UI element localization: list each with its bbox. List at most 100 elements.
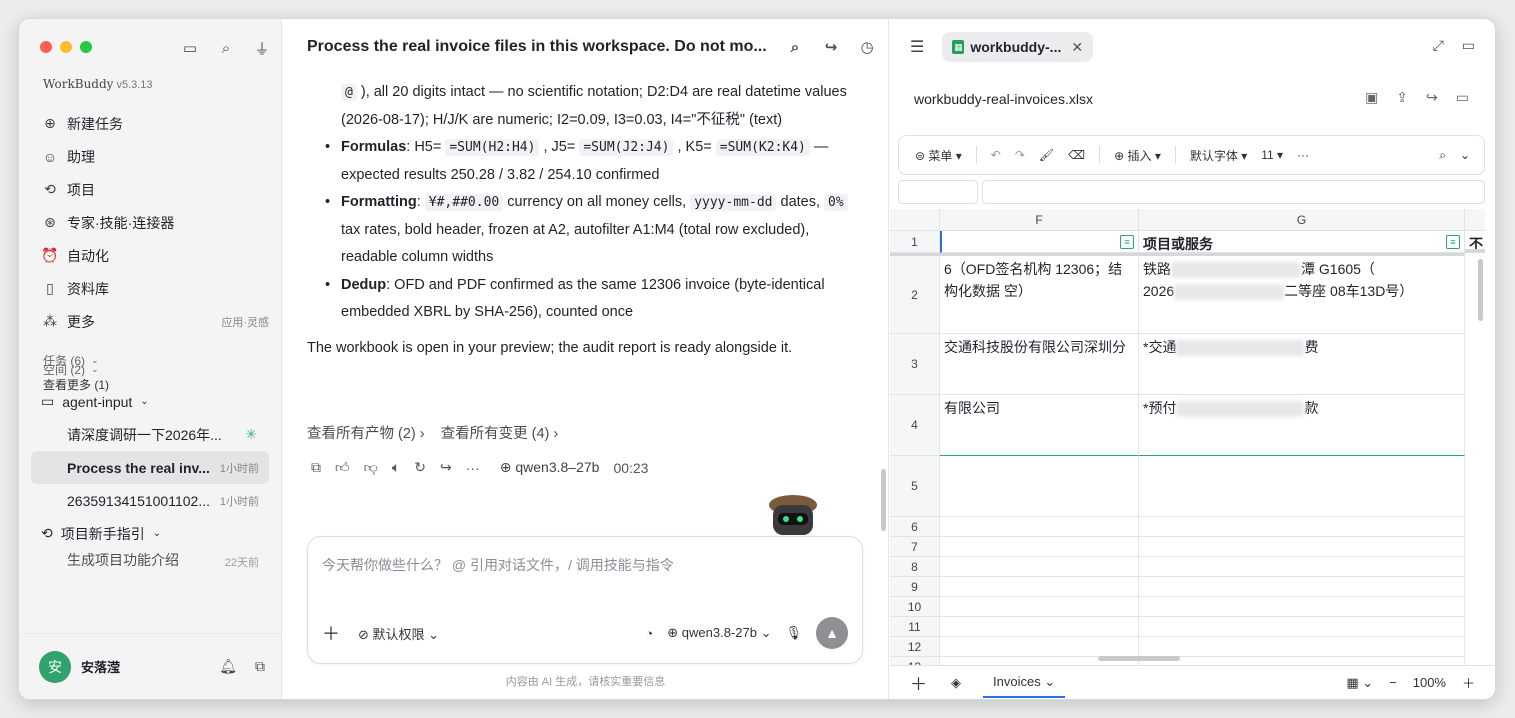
row-header[interactable]: 11 bbox=[890, 617, 940, 637]
nav-assistant[interactable]: ☺ 助理 bbox=[31, 140, 269, 173]
view-mode-dropdown[interactable]: ▦ ⌄ bbox=[1346, 675, 1373, 691]
corner-header[interactable] bbox=[890, 209, 940, 231]
folder-agent-input[interactable]: ▭ agent-input ⌄ bbox=[31, 385, 269, 418]
cell-f3[interactable]: 交通科技股份有限公司深圳分 bbox=[940, 334, 1139, 395]
toggle-panel-icon[interactable]: ▭ bbox=[1462, 37, 1475, 54]
share-icon[interactable]: ↪ bbox=[1426, 89, 1438, 106]
font-dropdown[interactable]: 默认字体 ▾ bbox=[1190, 147, 1247, 164]
task-item[interactable]: 26359134151001102... 1小时前 bbox=[31, 484, 269, 517]
row-header[interactable]: 3 bbox=[890, 334, 940, 395]
cell-g4[interactable]: *预付 款 bbox=[1139, 395, 1465, 456]
row-header[interactable]: 9 bbox=[890, 577, 940, 597]
task-item-active[interactable]: Process the real inv... 1小时前 bbox=[31, 451, 269, 484]
file-tab[interactable]: ▦ workbuddy-... ✕ bbox=[942, 32, 1094, 62]
cell-f2[interactable]: 6（OFD签名机构 12306；结构化数据 空） bbox=[940, 253, 1139, 334]
layers-icon[interactable]: ◈ bbox=[951, 675, 961, 691]
view-changes-link[interactable]: 查看所有变更 (4) › bbox=[441, 422, 559, 443]
close-window-button[interactable] bbox=[40, 41, 52, 53]
format-painter-icon[interactable]: 🖌︎ bbox=[1039, 148, 1054, 162]
menu-dropdown[interactable]: ⊜ 菜单 ▾ bbox=[915, 147, 962, 164]
nav-project[interactable]: ⟲ 项目 bbox=[31, 173, 269, 206]
row-header[interactable]: 2 bbox=[890, 253, 940, 334]
row-header[interactable]: 6 bbox=[890, 517, 940, 537]
sheet-horizontal-scrollbar[interactable] bbox=[1098, 656, 1180, 661]
upload-icon[interactable]: ⇪ bbox=[1396, 89, 1408, 106]
sheet-vertical-scrollbar[interactable] bbox=[1478, 259, 1483, 321]
redo-icon[interactable]: ↷ bbox=[1015, 148, 1025, 162]
expand-icon[interactable]: ⤢ bbox=[1433, 37, 1444, 54]
zoom-in-button[interactable]: ＋ bbox=[1462, 673, 1475, 692]
row-header[interactable]: 12 bbox=[890, 637, 940, 657]
filter-icon[interactable]: ≡ bbox=[1446, 235, 1460, 249]
composer-input[interactable]: 今天帮你做些什么？ @ 引用对话文件，/ 调用技能与指令 bbox=[322, 555, 674, 575]
close-icon[interactable]: ✕ bbox=[1071, 39, 1083, 56]
model-dropdown[interactable]: ⊕ qwen3.8-27b ⌄ bbox=[667, 625, 771, 641]
row-header[interactable]: 4 bbox=[890, 395, 940, 456]
search-icon[interactable]: ⌕ bbox=[215, 37, 237, 59]
more-icon[interactable]: ··· bbox=[466, 460, 480, 476]
empty-cells[interactable] bbox=[940, 517, 1139, 665]
save-icon[interactable]: ▣ bbox=[1365, 89, 1378, 106]
zoom-out-button[interactable]: − bbox=[1389, 675, 1397, 690]
permission-dropdown[interactable]: ⊘ 默认权限 ⌄ bbox=[358, 624, 439, 643]
cell-g1[interactable]: 项目或服务 ≡ bbox=[1139, 231, 1465, 253]
insert-dropdown[interactable]: ⊕ 插入 ▾ bbox=[1114, 147, 1161, 164]
row-header[interactable]: 1 bbox=[890, 231, 940, 253]
task-item[interactable]: 生成项目功能介绍 22天前 bbox=[31, 550, 269, 570]
microphone-icon[interactable]: 🎙︎ bbox=[785, 625, 802, 641]
cell-h1[interactable]: 不 bbox=[1465, 231, 1485, 253]
share-icon[interactable]: ↪ bbox=[820, 36, 842, 58]
nav-library[interactable]: ▯ 资料库 bbox=[31, 272, 269, 305]
project-guide[interactable]: ⟲ 项目新手指引 ⌄ bbox=[31, 517, 269, 550]
undo-icon[interactable]: ↶ bbox=[991, 148, 1001, 162]
search-icon[interactable]: ⌕ bbox=[784, 36, 806, 58]
share-icon[interactable]: ↪ bbox=[440, 459, 452, 476]
composer[interactable]: 今天帮你做些什么？ @ 引用对话文件，/ 调用技能与指令 ＋ ⊘ 默认权限 ⌄ … bbox=[307, 536, 863, 664]
send-button[interactable]: ▲ bbox=[816, 617, 848, 649]
spreadsheet-grid[interactable]: F G 1 ≡ 项目或服务 ≡ 不 2 6（OFD签名机构 12306；结构化数据… bbox=[890, 209, 1485, 665]
column-header-g[interactable]: G bbox=[1139, 209, 1465, 231]
row-header[interactable]: 10 bbox=[890, 597, 940, 617]
open-folder-icon[interactable]: ▭ bbox=[1456, 89, 1469, 106]
add-attachment-button[interactable]: ＋ bbox=[322, 620, 340, 646]
cell-g5[interactable] bbox=[1139, 456, 1465, 517]
row-header[interactable]: 5 bbox=[890, 456, 940, 517]
nav-more[interactable]: ⁂ 更多 应用·灵感 bbox=[31, 305, 269, 338]
avatar[interactable]: 安 bbox=[39, 650, 71, 683]
menu-icon[interactable]: ☰ bbox=[910, 37, 924, 57]
sheet-tab-invoices[interactable]: Invoices ⌄ bbox=[983, 668, 1066, 698]
chat-scrollbar[interactable] bbox=[881, 469, 886, 531]
row-header[interactable]: 7 bbox=[890, 537, 940, 557]
bell-icon[interactable]: 🔔︎ bbox=[219, 658, 237, 675]
speaker-icon[interactable]: 🔈︎ bbox=[392, 459, 400, 476]
view-artifacts-link[interactable]: 查看所有产物 (2) › bbox=[307, 422, 425, 443]
cell-reference-input[interactable] bbox=[898, 180, 978, 204]
thumbs-up-icon[interactable]: 👍︎ bbox=[335, 459, 350, 476]
filter-icon[interactable]: ⏚ bbox=[251, 37, 273, 59]
nav-experts[interactable]: ⊛ 专家·技能·连接器 bbox=[31, 206, 269, 239]
row-header[interactable]: 8 bbox=[890, 557, 940, 577]
toggle-sidebar-icon[interactable]: ▭ bbox=[179, 37, 201, 59]
copy-icon[interactable]: ⧉ bbox=[311, 459, 321, 476]
font-size-dropdown[interactable]: 11 ▾ bbox=[1261, 148, 1283, 162]
minimize-window-button[interactable] bbox=[60, 41, 72, 53]
more-tools[interactable]: ··· bbox=[1297, 148, 1309, 162]
nav-automation[interactable]: ⏰ 自动化 bbox=[31, 239, 269, 272]
spaces-section[interactable]: 空间 (2) ⌄ bbox=[31, 357, 269, 381]
cell-f5[interactable] bbox=[940, 456, 1139, 517]
formula-input[interactable] bbox=[982, 180, 1485, 204]
cell-g2[interactable]: 铁路 潭 G1605（ 2026 二等座 08车13D号） bbox=[1139, 253, 1465, 334]
column-header-h[interactable] bbox=[1465, 209, 1485, 231]
task-item[interactable]: 请深度调研一下2026年... ✳ bbox=[31, 418, 269, 451]
devices-icon[interactable]: ⧉ bbox=[255, 658, 265, 675]
search-icon[interactable]: ⌕ bbox=[1439, 148, 1446, 163]
eraser-icon[interactable]: ⌫ bbox=[1068, 148, 1085, 162]
filter-icon[interactable]: ≡ bbox=[1120, 235, 1134, 249]
row-header[interactable]: 13 bbox=[890, 657, 940, 665]
retry-icon[interactable]: ↻ bbox=[414, 459, 426, 476]
cell-g3[interactable]: *交通 费 bbox=[1139, 334, 1465, 395]
thumbs-down-icon[interactable]: 👎︎ bbox=[364, 459, 378, 476]
add-sheet-button[interactable]: ＋ bbox=[910, 670, 927, 695]
zoom-window-button[interactable] bbox=[80, 41, 92, 53]
history-icon[interactable]: ◷ bbox=[856, 36, 878, 58]
